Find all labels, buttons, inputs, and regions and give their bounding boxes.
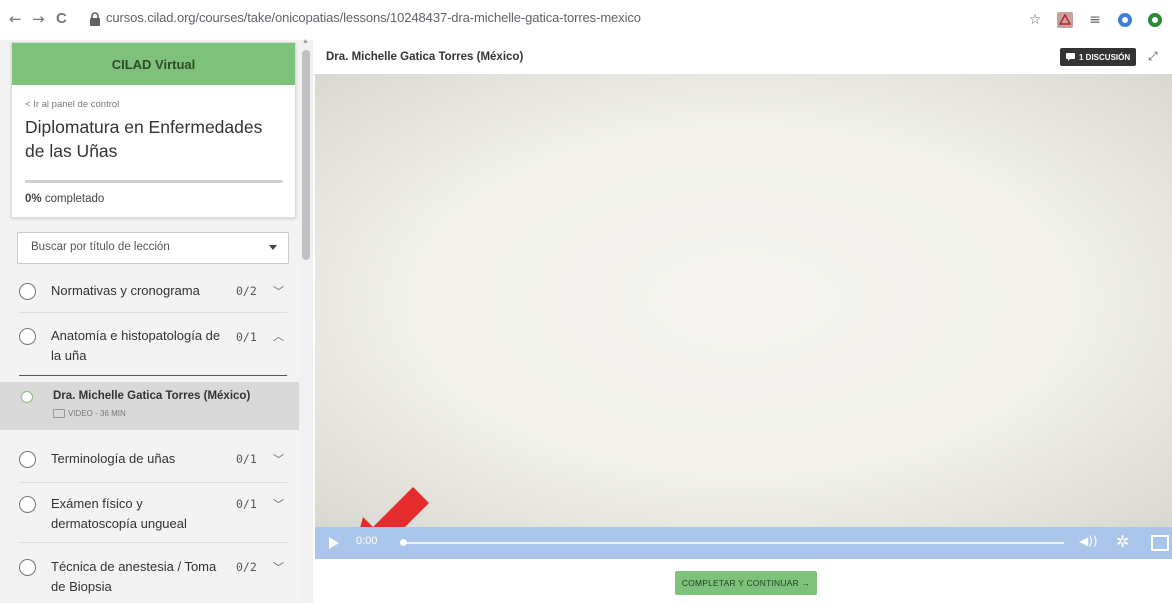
video-icon: [53, 409, 65, 418]
section-count: 0/2: [236, 284, 257, 298]
video-controls: 0:00 ◀︎)) ✲: [315, 527, 1172, 559]
address-bar[interactable]: cursos.cilad.org/courses/take/onicopatia…: [88, 8, 1008, 30]
section-status-circle-icon: [19, 496, 36, 513]
star-icon[interactable]: ☆: [1026, 11, 1044, 29]
sidebar-scrollbar-thumb[interactable]: [302, 50, 310, 260]
section-count: 0/1: [236, 452, 257, 466]
section-title: Técnica de anestesia / Toma de Biopsia: [51, 559, 217, 594]
url-text: cursos.cilad.org/courses/take/onicopatia…: [106, 10, 641, 25]
section-status-circle-icon: [19, 328, 36, 345]
section-divider: [19, 312, 287, 313]
section-title: Anatomía e histopatología de la uña: [51, 328, 221, 363]
section-count: 0/2: [236, 560, 257, 574]
video-scrubber-handle[interactable]: [400, 539, 407, 546]
browser-toolbar: ← → C cursos.cilad.org/courses/take/onic…: [0, 0, 1172, 40]
active-lesson-item[interactable]: Dra. Michelle Gatica Torres (México) VID…: [0, 382, 299, 430]
video-scrubber[interactable]: [404, 542, 1064, 544]
chat-icon: [1066, 53, 1075, 61]
section-count: 0/1: [236, 497, 257, 511]
scroll-up-icon[interactable]: ▲: [302, 38, 309, 45]
expand-icon[interactable]: ⤢: [1148, 49, 1158, 64]
progress-label: completado: [41, 193, 105, 205]
complete-and-continue-button[interactable]: COMPLETAR Y CONTINUAR →: [675, 571, 817, 595]
extension-icon[interactable]: [1146, 11, 1164, 29]
pdf-extension-icon[interactable]: [1056, 11, 1074, 29]
caret-down-icon: [269, 245, 277, 250]
discussion-button[interactable]: 1 DISCUSIÓN: [1060, 48, 1137, 66]
play-icon[interactable]: [329, 537, 339, 549]
chevron-down-icon[interactable]: ﹀: [273, 451, 284, 467]
section-divider: [19, 375, 287, 376]
section-count: 0/1: [236, 330, 257, 344]
volume-icon[interactable]: ◀︎)): [1079, 534, 1098, 548]
reading-list-icon[interactable]: ≡: [1086, 11, 1104, 29]
lesson-search-select[interactable]: Buscar por título de lección: [17, 232, 289, 264]
fullscreen-icon[interactable]: [1151, 535, 1169, 551]
course-title: Diplomatura en Enfermedades de las Uñas: [25, 117, 263, 161]
course-sidebar: CILAD Virtual < Ir al panel de control D…: [0, 38, 313, 603]
section-divider: [19, 542, 287, 543]
section-terminologia[interactable]: Terminología de uñas 0/1 ﹀: [0, 442, 299, 478]
lesson-status-circle-icon: [21, 391, 33, 403]
brand-header: CILAD Virtual: [12, 43, 295, 85]
video-player[interactable]: [315, 74, 1172, 554]
section-title: Normativas y cronograma: [51, 283, 200, 298]
progress-text: 0% completado: [25, 193, 104, 205]
lesson-header: Dra. Michelle Gatica Torres (México) 1 D…: [313, 40, 1172, 75]
section-status-circle-icon: [19, 451, 36, 468]
progress-value: 0%: [25, 193, 42, 205]
section-divider: [19, 482, 287, 483]
course-card: CILAD Virtual < Ir al panel de control D…: [11, 42, 296, 218]
video-time: 0:00: [356, 535, 378, 547]
section-title: Terminología de uñas: [51, 451, 176, 466]
section-title: Exámen físico y dermatoscopía ungueal: [51, 496, 187, 531]
lesson-search-placeholder: Buscar por título de lección: [31, 241, 170, 253]
section-anestesia-biopsia[interactable]: Técnica de anestesia / Toma de Biopsia 0…: [0, 555, 299, 603]
lesson-meta-text: VIDEO - 36 MIN: [68, 409, 126, 418]
chevron-down-icon[interactable]: ﹀: [273, 559, 284, 575]
section-normativas[interactable]: Normativas y cronograma 0/2 ﹀: [0, 276, 299, 312]
gear-icon[interactable]: ✲: [1116, 532, 1129, 551]
lesson-title: Dra. Michelle Gatica Torres (México): [326, 51, 524, 63]
section-examen-fisico[interactable]: Exámen físico y dermatoscopía ungueal 0/…: [0, 490, 299, 538]
chevron-down-icon[interactable]: ﹀: [273, 283, 284, 299]
active-lesson-title: Dra. Michelle Gatica Torres (México): [53, 390, 251, 402]
chevron-up-icon[interactable]: ︿: [273, 328, 284, 344]
lock-icon: [90, 12, 100, 26]
lesson-content: Dra. Michelle Gatica Torres (México) 1 D…: [313, 40, 1172, 603]
extension-icon[interactable]: [1116, 11, 1134, 29]
reload-button[interactable]: C: [56, 9, 67, 29]
extension-toolbar: ☆ ≡: [1026, 10, 1164, 30]
active-lesson-meta: VIDEO - 36 MIN: [53, 409, 126, 418]
back-button[interactable]: ←: [9, 9, 22, 29]
back-to-dashboard-link[interactable]: < Ir al panel de control: [25, 99, 119, 110]
discussion-label: 1 DISCUSIÓN: [1079, 52, 1131, 62]
section-anatomia[interactable]: Anatomía e histopatología de la uña 0/1 …: [0, 322, 299, 374]
course-progress-bar: [25, 180, 283, 183]
forward-button[interactable]: →: [32, 9, 45, 29]
chevron-down-icon[interactable]: ﹀: [273, 496, 284, 512]
section-status-circle-icon: [19, 283, 36, 300]
section-status-circle-icon: [19, 559, 36, 576]
